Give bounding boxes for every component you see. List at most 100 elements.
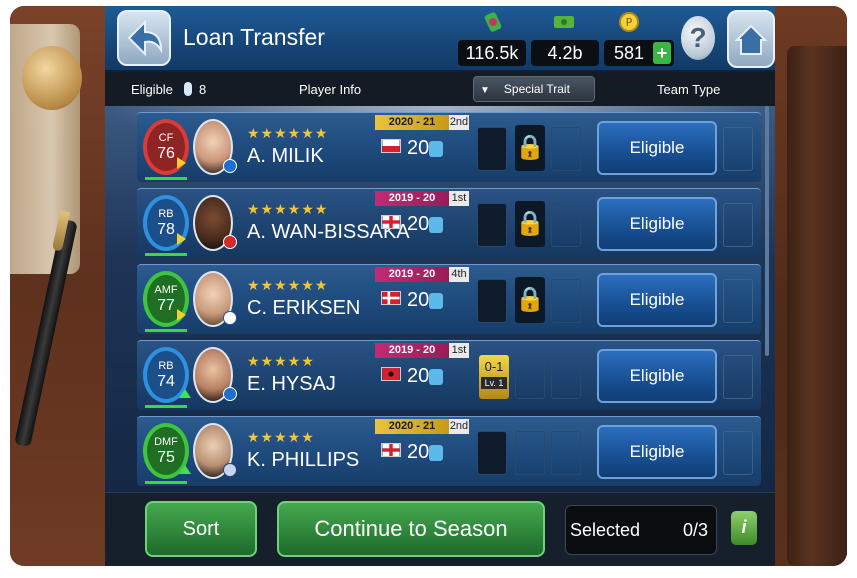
season-label: 2019 - 20 xyxy=(375,267,449,282)
trait-slot-empty xyxy=(515,355,545,399)
team-type-slot xyxy=(723,355,753,399)
eligible-button[interactable]: Eligible xyxy=(597,349,717,403)
player-name: C. ERIKSEN xyxy=(247,297,361,319)
trait-slot xyxy=(477,279,507,323)
form-bar xyxy=(145,329,187,332)
continue-to-season-button[interactable]: Continue to Season xyxy=(277,501,545,557)
eligible-button[interactable]: Eligible xyxy=(597,121,717,175)
special-trait-badge[interactable]: 0-1 Lv. 1 xyxy=(479,355,509,399)
player-rating: 75 xyxy=(157,449,175,466)
gp-value: 116.5k xyxy=(458,40,526,66)
team-type-slot xyxy=(723,431,753,475)
age-up-icon xyxy=(429,141,443,157)
special-trait-dropdown[interactable]: ▼ Special Trait xyxy=(473,76,595,102)
condition-arrow-icon xyxy=(177,309,186,321)
season-label: 2019 - 20 xyxy=(375,343,449,358)
player-age: 20 xyxy=(407,213,430,235)
cash-icon xyxy=(554,16,574,28)
eligible-button[interactable]: Eligible xyxy=(597,425,717,479)
home-icon xyxy=(734,24,768,55)
albania-flag-icon xyxy=(381,367,401,381)
eligible-button[interactable]: Eligible xyxy=(597,273,717,327)
player-stars: ★★★★★★ xyxy=(247,201,329,217)
season-label: 2019 - 20 xyxy=(375,191,449,206)
england-flag-icon xyxy=(381,215,401,229)
condition-up-arrow-icon xyxy=(179,389,191,398)
trait-slot xyxy=(477,127,507,171)
info-button[interactable]: i xyxy=(731,511,757,545)
home-button[interactable] xyxy=(727,10,775,68)
club-badge-icon xyxy=(223,463,237,477)
player-row[interactable]: RB 74 ★★★★★ E. HYSAJ 2019 - 20 1st 20 0-… xyxy=(137,340,761,410)
top-bar: Loan Transfer 116.5k 4.2b P 581 + ? xyxy=(105,6,775,72)
team-type-slot xyxy=(723,203,753,247)
player-row[interactable]: DMF 75 ★★★★★ K. PHILLIPS 2020 - 21 2nd 2… xyxy=(137,416,761,486)
eligible-player-icon xyxy=(184,82,192,96)
player-name: K. PHILLIPS xyxy=(247,449,360,471)
bottom-bar: Sort Continue to Season Selected 0/3 i xyxy=(105,492,775,566)
trait-slot-empty xyxy=(551,127,581,171)
team-type-header: Team Type xyxy=(657,82,721,97)
trait-slot-empty xyxy=(515,431,545,475)
poland-flag-icon xyxy=(381,139,401,153)
player-age: 20 xyxy=(407,441,430,463)
club-badge-icon xyxy=(223,235,237,249)
player-rating: 76 xyxy=(157,145,175,162)
trait-slot xyxy=(477,431,507,475)
help-button[interactable]: ? xyxy=(681,16,715,60)
lock-icon: 🔒 xyxy=(515,125,545,171)
player-age: 20 xyxy=(407,365,430,387)
player-row[interactable]: AMF 77 ★★★★★★ C. ERIKSEN 2019 - 20 4th 2… xyxy=(137,264,761,334)
player-row[interactable]: RB 78 ★★★★★★ A. WAN-BISSAKA 2019 - 20 1s… xyxy=(137,188,761,258)
lock-icon: 🔒 xyxy=(515,277,545,323)
gp-icon xyxy=(484,12,502,32)
form-bar xyxy=(145,253,187,256)
form-bar xyxy=(145,177,187,180)
denmark-flag-icon xyxy=(381,291,401,305)
condition-up-arrow-icon xyxy=(179,465,191,474)
player-position: CF xyxy=(158,132,174,144)
age-up-icon xyxy=(429,445,443,461)
form-bar xyxy=(145,405,187,408)
age-up-icon xyxy=(429,293,443,309)
player-rating: 77 xyxy=(157,297,175,314)
condition-arrow-icon xyxy=(177,157,186,169)
dropdown-arrow-icon: ▼ xyxy=(480,85,490,96)
season-slot: 1st xyxy=(449,343,469,358)
book-decoration xyxy=(787,46,847,566)
eligible-button[interactable]: Eligible xyxy=(597,197,717,251)
scrollbar[interactable] xyxy=(765,106,769,356)
club-badge-icon xyxy=(223,159,237,173)
selected-count: 0/3 xyxy=(682,520,708,540)
team-type-slot xyxy=(723,279,753,323)
player-row[interactable]: CF 76 ★★★★★★ A. MILIK 2020 - 21 2nd 20 🔒… xyxy=(137,112,761,182)
season-slot: 4th xyxy=(449,267,469,282)
sort-button[interactable]: Sort xyxy=(145,501,257,557)
player-position: AMF xyxy=(154,284,178,296)
player-stars: ★★★★★★ xyxy=(247,277,329,293)
age-up-icon xyxy=(429,369,443,385)
game-screen: Loan Transfer 116.5k 4.2b P 581 + ? Elig… xyxy=(105,6,775,566)
trait-slot-empty xyxy=(551,355,581,399)
eligible-label: Eligible xyxy=(131,82,173,97)
season-label: 2020 - 21 xyxy=(375,115,449,130)
trait-level: Lv. 1 xyxy=(481,377,507,389)
page-title: Loan Transfer xyxy=(183,24,325,50)
trait-slot-empty xyxy=(551,279,581,323)
condition-arrow-icon xyxy=(177,233,186,245)
season-slot: 2nd xyxy=(449,419,469,434)
trait-slot-empty xyxy=(551,431,581,475)
player-info-header: Player Info xyxy=(299,82,362,97)
player-list[interactable]: CF 76 ★★★★★★ A. MILIK 2020 - 21 2nd 20 🔒… xyxy=(105,106,775,492)
club-badge-icon xyxy=(223,311,237,325)
eligible-count: 8 xyxy=(199,82,207,97)
player-position: RB xyxy=(158,360,174,372)
coin-decoration xyxy=(22,46,82,110)
trait-slot-empty xyxy=(551,203,581,247)
back-button[interactable] xyxy=(117,10,171,66)
season-slot: 1st xyxy=(449,191,469,206)
player-stars: ★★★★★ xyxy=(247,353,315,369)
selected-label: Selected xyxy=(570,520,641,540)
player-age: 20 xyxy=(407,137,430,159)
add-coins-button[interactable]: + xyxy=(653,42,671,64)
